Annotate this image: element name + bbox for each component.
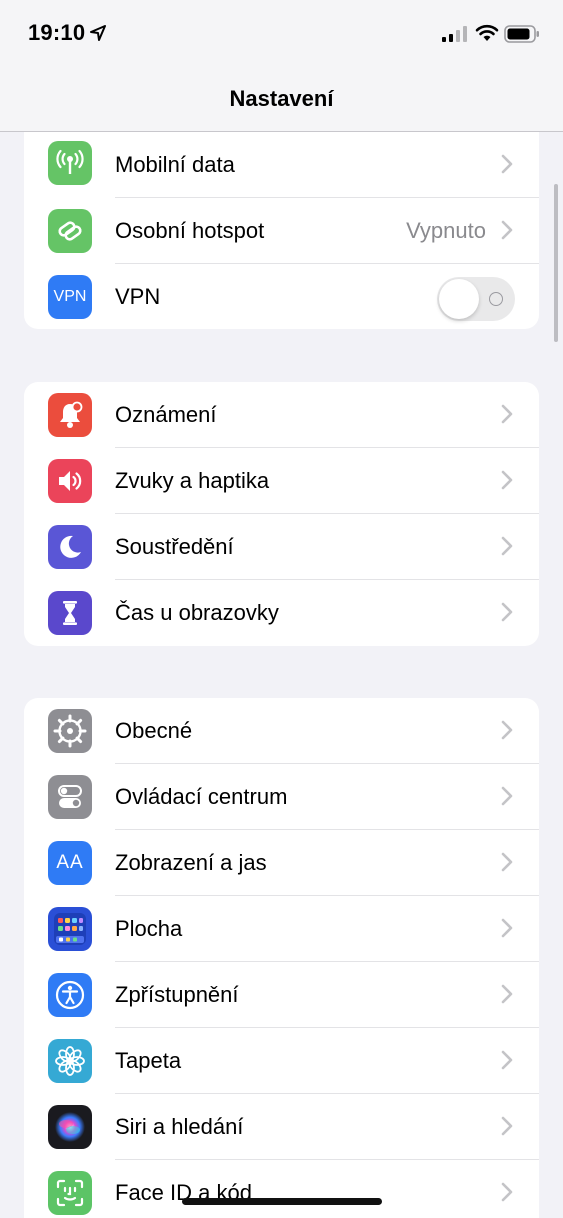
- settings-row-siri[interactable]: Siri a hledání: [24, 1094, 539, 1160]
- antenna-icon: [48, 141, 92, 185]
- home-indicator[interactable]: [182, 1198, 382, 1205]
- moon-icon: [48, 525, 92, 569]
- home-screen-icon: [48, 907, 92, 951]
- navigation-bar: Nastavení: [0, 70, 563, 132]
- settings-row-label: Obecné: [115, 718, 193, 743]
- gear-icon: [48, 709, 92, 753]
- settings-row-face-id[interactable]: Face ID a kód: [24, 1160, 539, 1218]
- wifi-icon: [475, 24, 499, 41]
- chevron-right-icon: [501, 720, 513, 740]
- siri-icon: [48, 1105, 92, 1149]
- settings-row-label: Soustředění: [115, 534, 234, 559]
- chevron-right-icon: [501, 786, 513, 806]
- text-size-icon-text: AA: [56, 852, 84, 873]
- hotspot-link-icon: [48, 209, 92, 253]
- status-time: 19:10: [28, 20, 86, 45]
- settings-row-sounds[interactable]: Zvuky a haptika: [24, 448, 539, 514]
- page-title: Nastavení: [229, 86, 334, 111]
- chevron-right-icon: [501, 404, 513, 424]
- toggle-off-indicator: [489, 292, 503, 306]
- chevron-right-icon: [501, 984, 513, 1004]
- location-arrow-icon: [90, 25, 106, 41]
- settings-row-screen-time[interactable]: Čas u obrazovky: [24, 580, 539, 646]
- settings-row-focus[interactable]: Soustředění: [24, 514, 539, 580]
- speaker-icon: [48, 459, 92, 503]
- settings-row-label: Tapeta: [115, 1048, 182, 1073]
- settings-row-personal-hotspot[interactable]: Osobní hotspot Vypnuto: [24, 198, 539, 264]
- chevron-right-icon: [501, 1050, 513, 1070]
- chevron-right-icon: [501, 918, 513, 938]
- chevron-right-icon: [501, 470, 513, 490]
- settings-group-notifications: Oznámení Zvuky a haptika Soustředění Čas…: [24, 382, 539, 646]
- hourglass-icon: [48, 591, 92, 635]
- chevron-right-icon: [501, 602, 513, 622]
- settings-row-wallpaper[interactable]: Tapeta: [24, 1028, 539, 1094]
- settings-row-label: Osobní hotspot: [115, 218, 265, 243]
- settings-row-label: Siri a hledání: [115, 1114, 244, 1139]
- settings-row-label: Zvuky a haptika: [115, 468, 270, 493]
- settings-row-vpn: VPN VPN: [24, 264, 539, 329]
- toggle-knob: [439, 279, 479, 319]
- cellular-signal-icon: [442, 26, 467, 42]
- settings-row-accessibility[interactable]: Zpřístupnění: [24, 962, 539, 1028]
- chevron-right-icon: [501, 852, 513, 872]
- vpn-icon: VPN: [48, 275, 92, 319]
- chevron-right-icon: [501, 220, 513, 240]
- settings-row-label: Oznámení: [115, 402, 217, 427]
- settings-row-label: VPN: [115, 284, 161, 309]
- settings-row-label: Ovládací centrum: [115, 784, 288, 809]
- settings-row-control-center[interactable]: Ovládací centrum: [24, 764, 539, 830]
- settings-row-label: Plocha: [115, 916, 183, 941]
- settings-row-label: Mobilní data: [115, 152, 235, 177]
- vpn-icon-text: VPN: [53, 288, 87, 305]
- status-bar: 19:10: [0, 0, 563, 70]
- chevron-right-icon: [501, 536, 513, 556]
- vpn-toggle[interactable]: [437, 277, 515, 321]
- settings-row-home-screen[interactable]: Plocha: [24, 896, 539, 962]
- settings-group-general: Obecné Ovládací centrum AA Zobrazení a j…: [24, 698, 539, 1218]
- settings-row-label: Zobrazení a jas: [115, 850, 267, 875]
- bell-icon: [48, 393, 92, 437]
- settings-row-label: Zpřístupnění: [115, 982, 239, 1007]
- battery-icon: [504, 25, 539, 43]
- settings-row-mobile-data[interactable]: Mobilní data: [24, 132, 539, 198]
- settings-group-connectivity: Mobilní data Osobní hotspot Vypnuto VPN …: [24, 132, 539, 329]
- settings-row-notifications[interactable]: Oznámení: [24, 382, 539, 448]
- scroll-indicator[interactable]: [554, 184, 558, 342]
- switches-icon: [48, 775, 92, 819]
- settings-row-label: Čas u obrazovky: [115, 600, 279, 625]
- text-size-icon: AA: [48, 841, 92, 885]
- settings-row-value: Vypnuto: [406, 218, 486, 243]
- settings-row-display[interactable]: AA Zobrazení a jas: [24, 830, 539, 896]
- accessibility-icon: [48, 973, 92, 1017]
- face-id-icon: [48, 1171, 92, 1215]
- chevron-right-icon: [501, 1116, 513, 1136]
- flower-icon: [48, 1039, 92, 1083]
- chevron-right-icon: [501, 154, 513, 174]
- settings-row-general[interactable]: Obecné: [24, 698, 539, 764]
- chevron-right-icon: [501, 1182, 513, 1202]
